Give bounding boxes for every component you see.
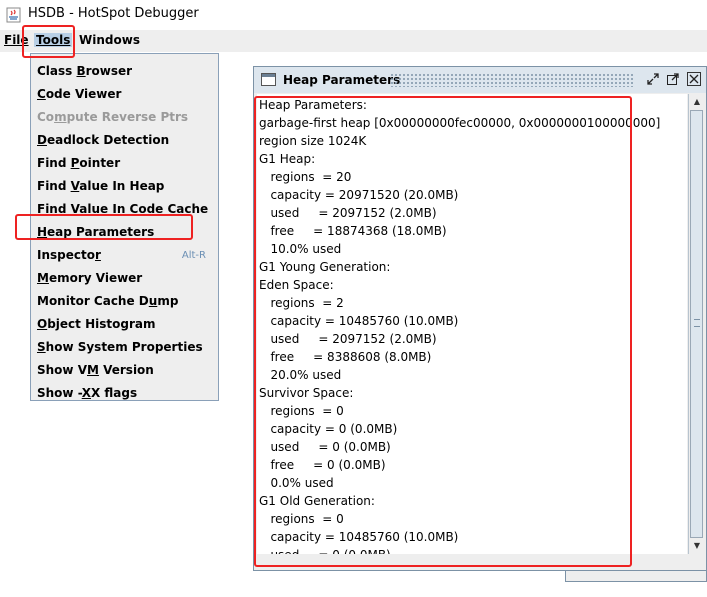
close-icon[interactable]	[687, 72, 701, 86]
menu-item-label: Code Viewer	[37, 87, 122, 101]
menu-item[interactable]: Object Histogram	[31, 313, 218, 336]
menu-item-label: Find Pointer	[37, 156, 121, 170]
menu-item[interactable]: Inspector Alt-R	[31, 244, 218, 267]
vertical-scrollbar[interactable]: ▲ ▼	[688, 94, 704, 554]
menu-item-label: Monitor Cache Dump	[37, 294, 179, 308]
menu-item-label: Inspector	[37, 248, 101, 262]
window-title: HSDB - HotSpot Debugger	[28, 6, 199, 21]
menu-windows[interactable]: Windows	[79, 33, 140, 47]
menu-item-label: Show System Properties	[37, 340, 203, 354]
menubar: File Tools Windows	[0, 30, 707, 52]
menu-item-label: Show -XX flags	[37, 386, 138, 400]
maximize-icon[interactable]	[666, 72, 680, 86]
menu-item[interactable]: Class Browser	[31, 60, 218, 83]
heap-frame-title: Heap Parameters	[283, 73, 401, 87]
menu-item-label: Object Histogram	[37, 317, 156, 331]
menu-item-label: Find Value In Heap	[37, 179, 165, 193]
titlebar-grip	[390, 73, 635, 87]
menu-item-label: Compute Reverse Ptrs	[37, 110, 189, 124]
menu-item[interactable]: Show System Properties	[31, 336, 218, 359]
menu-item-label: Memory Viewer	[37, 271, 143, 285]
annotation-heap-parameters-item	[15, 214, 193, 240]
menu-item[interactable]: Show -XX flags	[31, 382, 218, 405]
scroll-down-icon[interactable]: ▼	[690, 538, 704, 553]
menu-item[interactable]: Find Value In Heap	[31, 175, 218, 198]
menu-item[interactable]: Show VM Version	[31, 359, 218, 382]
menu-item[interactable]: Code Viewer	[31, 83, 218, 106]
annotation-heap-output	[254, 96, 632, 567]
scroll-up-icon[interactable]: ▲	[690, 94, 704, 109]
annotation-tools-menu	[22, 25, 75, 58]
grip-icon	[694, 319, 700, 327]
menu-item[interactable]: Memory Viewer	[31, 267, 218, 290]
menu-item[interactable]: Deadlock Detection	[31, 129, 218, 152]
heap-frame-titlebar[interactable]: Heap Parameters	[254, 67, 706, 93]
background-window-edge	[565, 571, 707, 582]
scroll-thumb[interactable]	[690, 110, 703, 538]
menu-item-label: Show VM Version	[37, 363, 154, 377]
java-icon	[6, 7, 21, 23]
menu-item: Compute Reverse Ptrs	[31, 106, 218, 129]
menu-item-label: Deadlock Detection	[37, 133, 170, 147]
menu-item[interactable]: Monitor Cache Dump	[31, 290, 218, 313]
window-icon	[261, 73, 276, 86]
menu-item[interactable]: Find Pointer	[31, 152, 218, 175]
menu-item-accelerator: Alt-R	[181, 250, 206, 261]
iconify-icon[interactable]	[646, 72, 660, 86]
window-titlebar: HSDB - HotSpot Debugger	[0, 0, 707, 30]
menu-item-label: Class Browser	[37, 64, 133, 78]
